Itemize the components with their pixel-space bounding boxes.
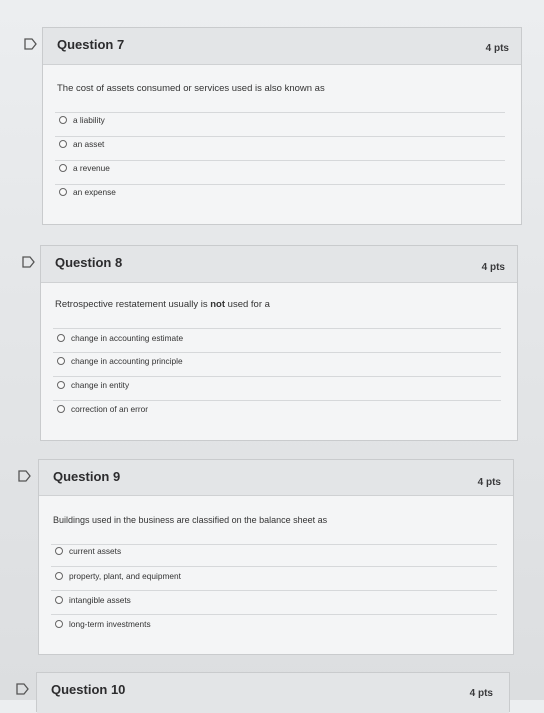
answer-label: an asset xyxy=(73,139,105,149)
answer-option[interactable]: a liability xyxy=(59,115,105,125)
answer-option[interactable]: an expense xyxy=(59,187,116,197)
answer-option[interactable]: change in accounting estimate xyxy=(57,333,183,343)
radio-button[interactable] xyxy=(59,140,67,148)
question-card: Question 10 4 pts xyxy=(36,672,510,713)
question-text-emphasis: not xyxy=(210,299,226,310)
answer-label: change in accounting principle xyxy=(71,356,183,366)
divider xyxy=(55,136,505,137)
radio-button[interactable] xyxy=(55,547,63,555)
answer-option[interactable]: correction of an error xyxy=(57,404,148,414)
answer-option[interactable]: change in entity xyxy=(57,380,129,390)
answer-label: change in entity xyxy=(71,380,130,390)
divider xyxy=(53,400,501,401)
question-points: 4 pts xyxy=(481,262,505,273)
question-points: 4 pts xyxy=(469,688,493,699)
flag-question-icon[interactable] xyxy=(20,255,38,269)
answer-label: current assets xyxy=(69,546,122,556)
flag-question-icon[interactable] xyxy=(22,37,40,51)
divider xyxy=(51,566,497,567)
radio-button[interactable] xyxy=(57,357,65,365)
divider xyxy=(51,590,497,591)
answer-option[interactable]: change in accounting principle xyxy=(57,356,183,366)
divider xyxy=(55,160,505,161)
divider xyxy=(55,184,505,185)
answer-label: a liability xyxy=(73,115,105,125)
divider xyxy=(53,376,501,377)
question-points: 4 pts xyxy=(485,43,509,54)
question-text-part: Retrospective restatement usually is xyxy=(55,299,211,310)
flag-question-icon[interactable] xyxy=(16,469,34,483)
radio-button[interactable] xyxy=(59,188,67,196)
question-title: Question 8 xyxy=(55,255,123,270)
answer-option[interactable]: intangible assets xyxy=(55,595,131,605)
divider xyxy=(51,614,497,615)
answer-option[interactable]: a revenue xyxy=(59,163,110,173)
question-title: Question 9 xyxy=(53,469,121,484)
divider xyxy=(55,112,505,113)
radio-button[interactable] xyxy=(55,596,63,604)
question-card: Question 8 4 pts Retrospective restateme… xyxy=(40,245,518,441)
radio-button[interactable] xyxy=(57,381,65,389)
answer-label: long-term investments xyxy=(69,619,151,629)
answer-option[interactable]: an asset xyxy=(59,139,104,149)
answer-label: change in accounting estimate xyxy=(71,333,184,343)
question-points: 4 pts xyxy=(477,477,501,488)
question-text: Buildings used in the business are class… xyxy=(53,515,328,525)
answer-label: intangible assets xyxy=(69,595,131,605)
answer-option[interactable]: property, plant, and equipment xyxy=(55,571,181,581)
question-text: The cost of assets consumed or services … xyxy=(57,83,325,94)
question-card: Question 7 4 pts The cost of assets cons… xyxy=(42,27,522,225)
answer-label: a revenue xyxy=(73,163,110,173)
radio-button[interactable] xyxy=(57,334,65,342)
radio-button[interactable] xyxy=(55,572,63,580)
question-text-part: used for a xyxy=(225,299,270,310)
divider xyxy=(51,544,497,545)
radio-button[interactable] xyxy=(57,405,65,413)
question-title: Question 10 xyxy=(51,682,126,697)
radio-button[interactable] xyxy=(55,620,63,628)
question-card: Question 9 4 pts Buildings used in the b… xyxy=(38,459,514,655)
question-title: Question 7 xyxy=(57,37,125,52)
radio-button[interactable] xyxy=(59,164,67,172)
answer-label: property, plant, and equipment xyxy=(69,571,181,581)
question-text: Retrospective restatement usually is not… xyxy=(55,299,270,310)
answer-label: an expense xyxy=(73,187,116,197)
answer-option[interactable]: current assets xyxy=(55,546,121,556)
divider xyxy=(53,328,501,329)
radio-button[interactable] xyxy=(59,116,67,124)
answer-option[interactable]: long-term investments xyxy=(55,619,151,629)
flag-question-icon[interactable] xyxy=(14,682,32,696)
divider xyxy=(53,352,501,353)
answer-label: correction of an error xyxy=(71,404,149,414)
